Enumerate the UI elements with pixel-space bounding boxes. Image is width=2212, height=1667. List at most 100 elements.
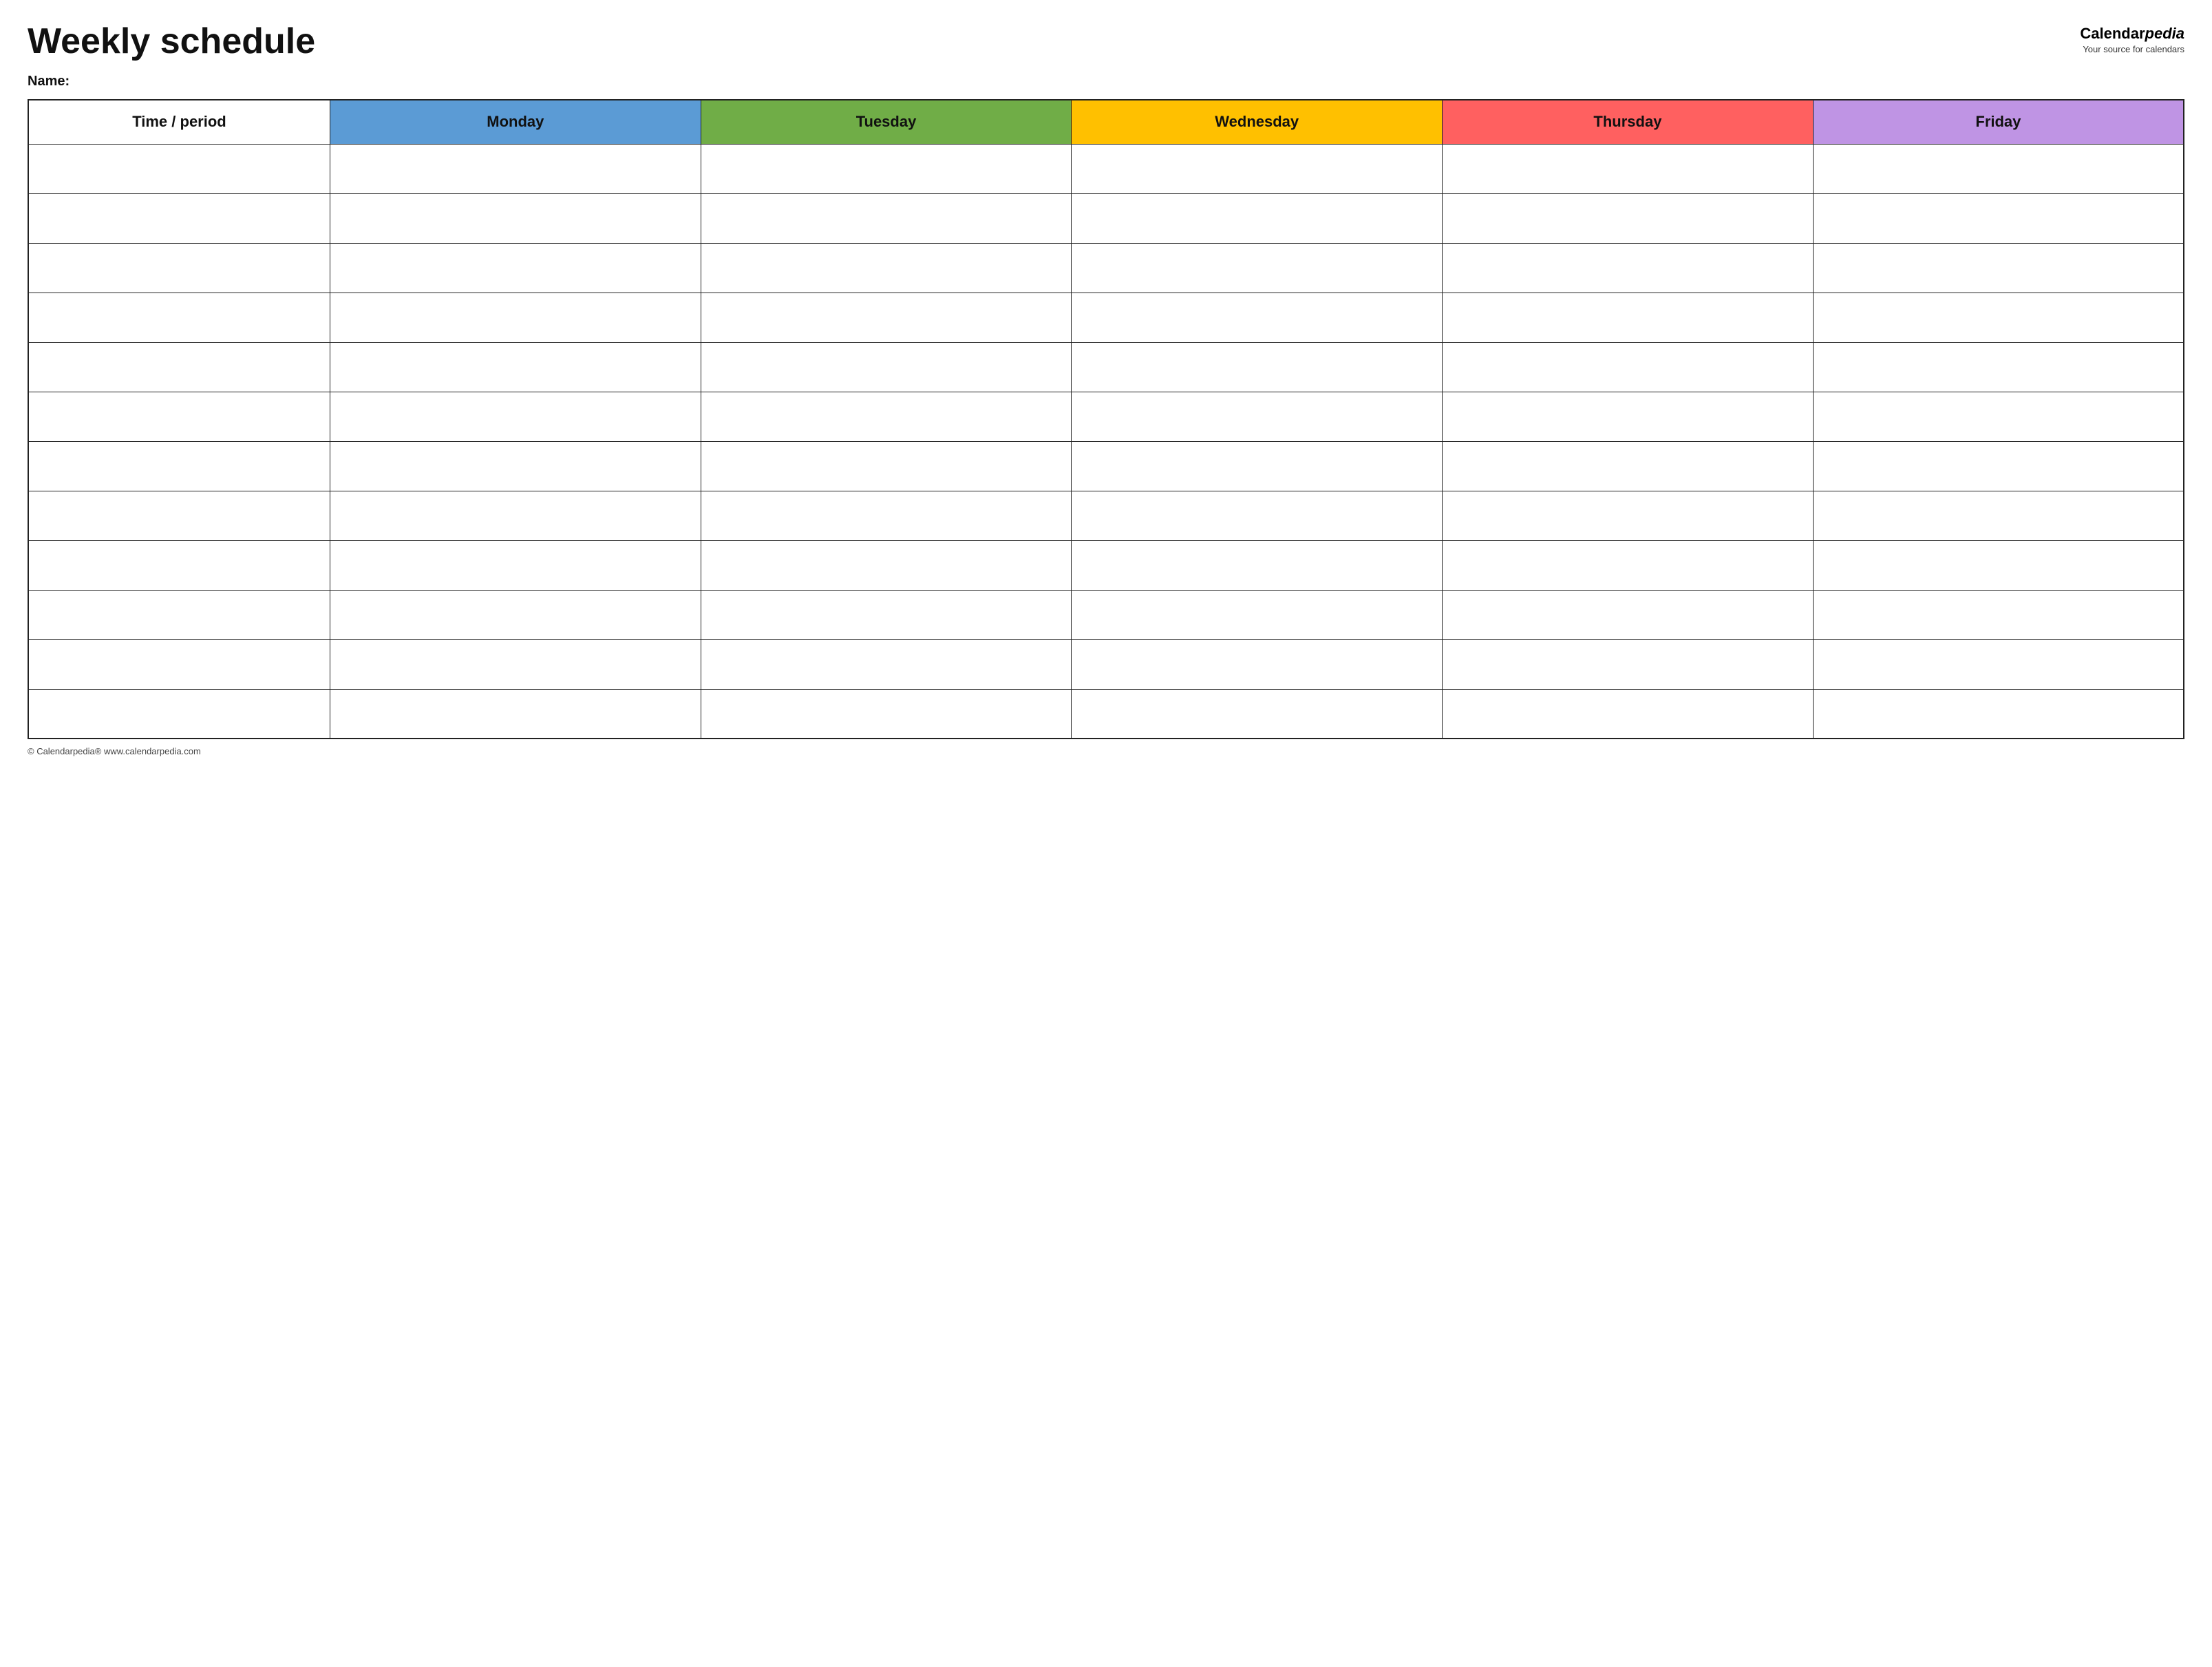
table-cell[interactable] (1072, 491, 1443, 540)
table-cell[interactable] (330, 639, 701, 689)
table-cell[interactable] (701, 590, 1072, 639)
table-cell[interactable] (701, 491, 1072, 540)
table-cell[interactable] (28, 590, 330, 639)
table-cell[interactable] (1443, 639, 1814, 689)
table-cell[interactable] (1072, 193, 1443, 243)
name-label: Name: (28, 74, 2184, 89)
table-cell[interactable] (1443, 689, 1814, 739)
table-cell[interactable] (1443, 293, 1814, 342)
table-cell[interactable] (701, 193, 1072, 243)
table-cell[interactable] (701, 540, 1072, 590)
table-cell[interactable] (330, 441, 701, 491)
table-row (28, 144, 2184, 193)
table-cell[interactable] (1443, 491, 1814, 540)
table-cell[interactable] (1813, 590, 2184, 639)
table-cell[interactable] (330, 243, 701, 293)
page-title: Weekly schedule (28, 22, 315, 61)
table-cell[interactable] (1813, 243, 2184, 293)
col-header-time: Time / period (28, 100, 330, 144)
logo-pedia: pedia (2145, 25, 2184, 42)
table-row (28, 392, 2184, 441)
table-cell[interactable] (330, 491, 701, 540)
table-row (28, 342, 2184, 392)
table-cell[interactable] (28, 193, 330, 243)
table-cell[interactable] (1813, 293, 2184, 342)
table-row (28, 639, 2184, 689)
table-cell[interactable] (1072, 639, 1443, 689)
col-header-wednesday: Wednesday (1072, 100, 1443, 144)
footer-text: © Calendarpedia® www.calendarpedia.com (28, 746, 2184, 756)
table-cell[interactable] (701, 392, 1072, 441)
table-cell[interactable] (1443, 392, 1814, 441)
table-cell[interactable] (1443, 193, 1814, 243)
table-cell[interactable] (1813, 392, 2184, 441)
table-cell[interactable] (1072, 293, 1443, 342)
logo-text: Calendarpedia (2080, 25, 2184, 43)
table-cell[interactable] (1443, 342, 1814, 392)
table-cell[interactable] (1813, 540, 2184, 590)
table-cell[interactable] (1072, 590, 1443, 639)
weekly-schedule-table: Time / period Monday Tuesday Wednesday T… (28, 99, 2184, 739)
table-cell[interactable] (1443, 540, 1814, 590)
table-cell[interactable] (330, 392, 701, 441)
table-cell[interactable] (1072, 342, 1443, 392)
table-cell[interactable] (701, 293, 1072, 342)
table-cell[interactable] (28, 144, 330, 193)
table-cell[interactable] (28, 342, 330, 392)
table-cell[interactable] (28, 540, 330, 590)
table-cell[interactable] (1443, 243, 1814, 293)
table-cell[interactable] (1072, 243, 1443, 293)
col-header-thursday: Thursday (1443, 100, 1814, 144)
table-cell[interactable] (701, 639, 1072, 689)
table-cell[interactable] (1813, 441, 2184, 491)
table-cell[interactable] (28, 639, 330, 689)
col-header-monday: Monday (330, 100, 701, 144)
table-cell[interactable] (1813, 144, 2184, 193)
header-row: Time / period Monday Tuesday Wednesday T… (28, 100, 2184, 144)
table-cell[interactable] (330, 193, 701, 243)
table-cell[interactable] (330, 540, 701, 590)
table-row (28, 193, 2184, 243)
table-row (28, 441, 2184, 491)
table-cell[interactable] (28, 491, 330, 540)
logo-subtitle: Your source for calendars (2083, 44, 2184, 54)
table-cell[interactable] (28, 243, 330, 293)
table-cell[interactable] (330, 144, 701, 193)
table-cell[interactable] (28, 392, 330, 441)
table-cell[interactable] (1072, 441, 1443, 491)
table-cell[interactable] (1813, 689, 2184, 739)
table-cell[interactable] (1813, 342, 2184, 392)
table-cell[interactable] (1072, 392, 1443, 441)
table-cell[interactable] (1072, 689, 1443, 739)
table-row (28, 491, 2184, 540)
table-cell[interactable] (701, 144, 1072, 193)
table-cell[interactable] (28, 441, 330, 491)
page-header: Weekly schedule Calendarpedia Your sourc… (28, 22, 2184, 61)
table-cell[interactable] (701, 441, 1072, 491)
table-cell[interactable] (330, 342, 701, 392)
table-row (28, 540, 2184, 590)
table-cell[interactable] (1813, 491, 2184, 540)
logo-area: Calendarpedia Your source for calendars (2080, 25, 2184, 54)
col-header-tuesday: Tuesday (701, 100, 1072, 144)
table-cell[interactable] (701, 689, 1072, 739)
table-row (28, 689, 2184, 739)
table-cell[interactable] (330, 590, 701, 639)
table-cell[interactable] (1072, 144, 1443, 193)
table-row (28, 590, 2184, 639)
table-row (28, 293, 2184, 342)
table-cell[interactable] (28, 293, 330, 342)
table-cell[interactable] (1443, 441, 1814, 491)
table-cell[interactable] (1072, 540, 1443, 590)
table-cell[interactable] (1813, 639, 2184, 689)
logo-calendar: Calendar (2080, 25, 2145, 42)
table-cell[interactable] (1443, 590, 1814, 639)
table-row (28, 243, 2184, 293)
table-cell[interactable] (1813, 193, 2184, 243)
table-cell[interactable] (28, 689, 330, 739)
table-cell[interactable] (1443, 144, 1814, 193)
table-cell[interactable] (330, 293, 701, 342)
table-cell[interactable] (701, 342, 1072, 392)
table-cell[interactable] (330, 689, 701, 739)
table-cell[interactable] (701, 243, 1072, 293)
